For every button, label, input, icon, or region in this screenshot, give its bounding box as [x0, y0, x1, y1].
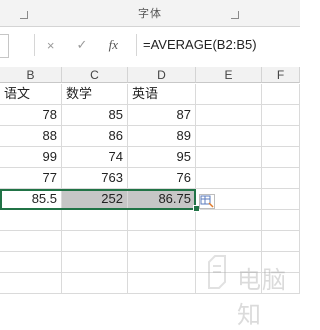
cell-b5[interactable]: 77	[0, 168, 62, 189]
cell-d4[interactable]: 95	[128, 147, 196, 168]
cell-f7[interactable]	[262, 210, 300, 231]
formula-bar: × ✓ fx =AVERAGE(B2:B5)	[0, 27, 300, 65]
column-header-d[interactable]: D	[128, 67, 196, 83]
cell-d10[interactable]	[128, 273, 196, 294]
cell-d3[interactable]: 89	[128, 126, 196, 147]
cell-c10[interactable]	[62, 273, 128, 294]
cell-d1[interactable]: 英语	[128, 84, 196, 105]
cell-f8[interactable]	[262, 231, 300, 252]
cell-d2[interactable]: 87	[128, 105, 196, 126]
formula-input[interactable]: =AVERAGE(B2:B5)	[136, 34, 300, 56]
cell-f5[interactable]	[262, 168, 300, 189]
cell-c3[interactable]: 86	[62, 126, 128, 147]
watermark-logo-icon	[208, 255, 226, 289]
name-box[interactable]	[0, 34, 9, 58]
cell-e2[interactable]	[196, 105, 262, 126]
dialog-launcher-icon[interactable]	[20, 11, 28, 19]
cell-c7[interactable]	[62, 210, 128, 231]
cell-b2[interactable]: 78	[0, 105, 62, 126]
cell-e4[interactable]	[196, 147, 262, 168]
cell-c5[interactable]: 763	[62, 168, 128, 189]
cell-d5[interactable]: 76	[128, 168, 196, 189]
cell-f4[interactable]	[262, 147, 300, 168]
cell-c8[interactable]	[62, 231, 128, 252]
cell-f1[interactable]	[262, 84, 300, 105]
quick-analysis-icon	[200, 195, 214, 208]
cell-b3[interactable]: 88	[0, 126, 62, 147]
formula-buttons: × ✓ fx	[34, 34, 129, 56]
enter-icon[interactable]: ✓	[71, 37, 93, 53]
cell-e1[interactable]	[196, 84, 262, 105]
cell-c1[interactable]: 数学	[62, 84, 128, 105]
cell-f6[interactable]	[262, 189, 300, 210]
cell-e3[interactable]	[196, 126, 262, 147]
cell-b9[interactable]	[0, 252, 62, 273]
font-group-label: 字体	[138, 8, 162, 20]
column-header-e[interactable]: E	[196, 67, 262, 83]
cell-b8[interactable]	[0, 231, 62, 252]
cell-f2[interactable]	[262, 105, 300, 126]
cell-d9[interactable]	[128, 252, 196, 273]
watermark-text: 电脑知	[237, 267, 287, 329]
cell-f3[interactable]	[262, 126, 300, 147]
cell-c9[interactable]	[62, 252, 128, 273]
cancel-icon[interactable]: ×	[40, 38, 62, 53]
ribbon: 字体	[0, 0, 300, 27]
column-header-c[interactable]: C	[62, 67, 128, 83]
cell-b7[interactable]	[0, 210, 62, 231]
column-header-b[interactable]: B	[0, 67, 62, 83]
cell-d6[interactable]: 86.75	[128, 189, 196, 210]
cell-b4[interactable]: 99	[0, 147, 62, 168]
cell-c4[interactable]: 74	[62, 147, 128, 168]
cell-b1[interactable]: 语文	[0, 84, 62, 105]
quick-analysis-button[interactable]	[199, 194, 215, 209]
cell-b10[interactable]	[0, 273, 62, 294]
font-dialog-launcher-icon[interactable]	[231, 11, 239, 19]
column-header-f[interactable]: F	[262, 67, 300, 83]
cell-c2[interactable]: 85	[62, 105, 128, 126]
cell-d8[interactable]	[128, 231, 196, 252]
insert-function-icon[interactable]: fx	[102, 37, 124, 53]
cell-e8[interactable]	[196, 231, 262, 252]
cell-e5[interactable]	[196, 168, 262, 189]
cell-d7[interactable]	[128, 210, 196, 231]
cell-e7[interactable]	[196, 210, 262, 231]
cell-c6[interactable]: 252	[62, 189, 128, 210]
cell-b6[interactable]: 85.5	[0, 189, 62, 210]
watermark: 电脑知	[205, 252, 300, 329]
